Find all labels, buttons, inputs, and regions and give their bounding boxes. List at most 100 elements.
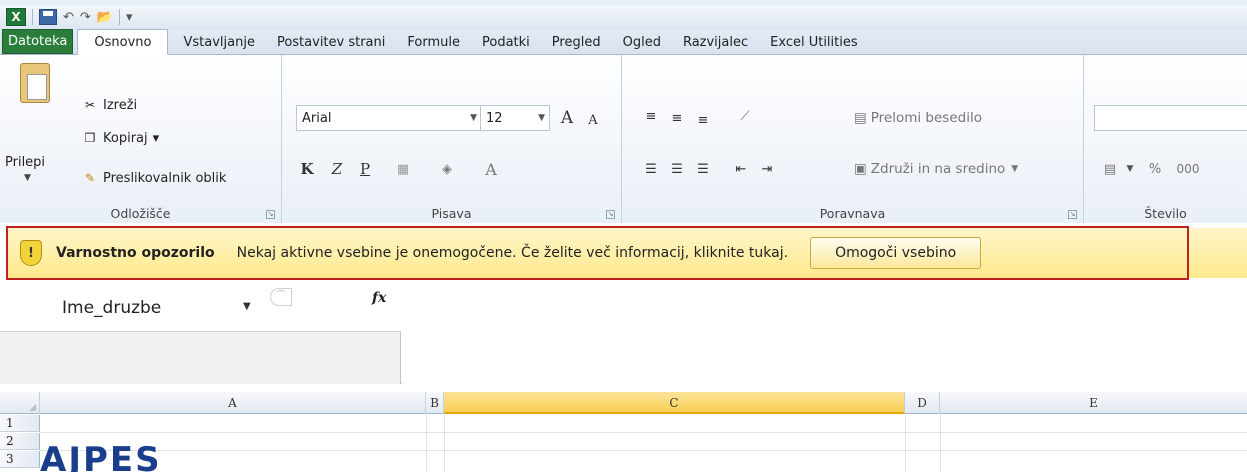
gridline bbox=[905, 415, 906, 472]
align-middle-icon[interactable]: ≡ bbox=[666, 107, 688, 129]
merge-center-icon: ▣ bbox=[854, 161, 867, 177]
wrap-text-button[interactable]: ▤ Prelomi besedilo bbox=[850, 105, 986, 131]
open-folder-icon[interactable]: 📂 bbox=[97, 8, 113, 26]
align-bottom-icon[interactable]: ≡ bbox=[692, 109, 714, 131]
tab-developer[interactable]: Razvijalec bbox=[672, 30, 759, 54]
bold-button[interactable]: K bbox=[296, 158, 318, 180]
select-all-corner[interactable] bbox=[0, 392, 40, 414]
brush-icon: ✎ bbox=[84, 171, 96, 185]
chevron-down-icon[interactable]: ▼ bbox=[1011, 164, 1018, 174]
underline-button[interactable]: P bbox=[354, 158, 376, 180]
cut-label: Izreži bbox=[103, 97, 138, 113]
clipboard-group-label: Odložišče bbox=[110, 206, 171, 221]
row-header-3[interactable]: 3 bbox=[0, 451, 40, 468]
column-headers: A B C D E bbox=[0, 392, 1247, 414]
number-format-combo[interactable] bbox=[1094, 105, 1247, 131]
borders-icon[interactable]: ▦ bbox=[388, 158, 418, 180]
copy-dropdown-icon[interactable]: ▾ bbox=[153, 131, 160, 146]
column-header-b[interactable]: B bbox=[426, 392, 444, 414]
gridline bbox=[40, 450, 1247, 451]
orientation-icon[interactable]: ⟋ bbox=[730, 105, 760, 127]
row-header-2[interactable]: 2 bbox=[0, 433, 40, 450]
tab-file[interactable]: Datoteka bbox=[2, 29, 74, 54]
security-warning-bar[interactable]: ! Varnostno opozorilo Nekaj aktivne vseb… bbox=[6, 226, 1189, 280]
name-box-splitter[interactable]: ⌒ bbox=[270, 288, 292, 306]
insert-function-icon[interactable]: fx bbox=[372, 290, 386, 306]
cut-button[interactable]: ✂ Izreži bbox=[82, 95, 137, 115]
font-name-combo[interactable]: Arial ▼ bbox=[296, 105, 482, 131]
ribbon-tabs: Datoteka Osnovno Vstavljanje Postavitev … bbox=[0, 29, 1247, 55]
name-box[interactable]: Ime_druzbe bbox=[0, 284, 270, 332]
tab-insert[interactable]: Vstavljanje bbox=[172, 30, 265, 54]
undo-icon[interactable]: ↶ bbox=[63, 8, 74, 26]
format-painter-button[interactable]: ✎ Preslikovalnik oblik bbox=[82, 168, 226, 188]
increase-indent-icon[interactable]: ⇥ bbox=[756, 158, 778, 180]
clipboard-group: Prilepi ▼ ✂ Izreži ❐ Kopiraj ▾ ✎ Preslik… bbox=[0, 55, 282, 223]
qat-separator bbox=[32, 9, 33, 25]
grow-font-icon[interactable]: A bbox=[554, 107, 580, 129]
copy-icon: ❐ bbox=[84, 131, 96, 145]
number-group-label: Število bbox=[1144, 206, 1187, 221]
formula-input[interactable] bbox=[402, 284, 1247, 384]
chevron-down-icon[interactable]: ▼ bbox=[470, 113, 477, 123]
paste-button[interactable]: Prilepi bbox=[5, 155, 45, 170]
row-header-1[interactable]: 1 bbox=[0, 415, 40, 432]
fill-color-icon[interactable]: ◈ bbox=[432, 158, 462, 180]
tab-formulas[interactable]: Formule bbox=[396, 30, 471, 54]
chevron-down-icon[interactable]: ▼ bbox=[1124, 158, 1136, 180]
number-group: ▤ ▼ % 000 Število bbox=[1084, 55, 1247, 223]
font-size-combo[interactable]: 12 ▼ bbox=[480, 105, 550, 131]
redo-icon[interactable]: ↷ bbox=[80, 8, 91, 26]
alignment-launcher-icon[interactable]: ↘ bbox=[1068, 210, 1077, 219]
chevron-down-icon[interactable]: ▼ bbox=[538, 113, 545, 123]
tab-excel-utilities[interactable]: Excel Utilities bbox=[759, 30, 869, 54]
thousands-button[interactable]: 000 bbox=[1172, 158, 1204, 180]
gridline bbox=[940, 415, 941, 472]
decrease-indent-icon[interactable]: ⇤ bbox=[730, 158, 752, 180]
tab-page-layout[interactable]: Postavitev strani bbox=[266, 30, 396, 54]
tab-review[interactable]: Pregled bbox=[541, 30, 612, 54]
wrap-text-label: Prelomi besedilo bbox=[870, 110, 982, 126]
paste-icon[interactable] bbox=[20, 63, 50, 103]
quick-access-toolbar: X ↶ ↷ 📂 ▾ bbox=[0, 5, 1247, 29]
merge-center-label: Združi in na sredino bbox=[870, 161, 1006, 177]
alert-message[interactable]: Nekaj aktivne vsebine je onemogočene. Če… bbox=[237, 245, 788, 261]
font-group: Arial ▼ 12 ▼ A A K Z P ▦ ◈ A Pisava ↘ bbox=[282, 55, 622, 223]
gridline bbox=[426, 415, 427, 472]
scissors-icon: ✂ bbox=[84, 98, 96, 112]
tab-view[interactable]: Ogled bbox=[612, 30, 672, 54]
column-header-c[interactable]: C bbox=[444, 392, 905, 414]
column-header-a[interactable]: A bbox=[40, 392, 426, 414]
align-left-icon[interactable]: ☰ bbox=[640, 158, 662, 180]
italic-button[interactable]: Z bbox=[326, 158, 348, 180]
font-launcher-icon[interactable]: ↘ bbox=[606, 210, 615, 219]
alignment-group: ≡ ≡ ≡ ⟋ ☰ ☰ ☰ ⇤ ⇥ ▤ Prelomi besedilo ▣ Z… bbox=[622, 55, 1084, 223]
currency-icon[interactable]: ▤ bbox=[1096, 158, 1124, 180]
excel-logo-icon[interactable]: X bbox=[6, 8, 26, 26]
font-color-icon[interactable]: A bbox=[476, 158, 506, 180]
chevron-down-icon[interactable]: ▼ bbox=[243, 301, 251, 312]
qat-separator bbox=[119, 9, 120, 25]
tab-home[interactable]: Osnovno bbox=[77, 29, 169, 55]
paste-dropdown-icon[interactable]: ▼ bbox=[24, 173, 31, 183]
shrink-font-icon[interactable]: A bbox=[582, 109, 604, 131]
copy-button[interactable]: ❐ Kopiraj ▾ bbox=[82, 128, 160, 148]
copy-label: Kopiraj bbox=[103, 130, 148, 146]
customize-qat-icon[interactable]: ▾ bbox=[126, 8, 133, 26]
align-right-icon[interactable]: ☰ bbox=[692, 158, 714, 180]
align-center-icon[interactable]: ☰ bbox=[666, 158, 688, 180]
column-header-e[interactable]: E bbox=[940, 392, 1247, 414]
font-name-value: Arial bbox=[302, 110, 332, 126]
alert-bar-extension bbox=[1189, 228, 1247, 278]
align-top-icon[interactable]: ≡ bbox=[640, 105, 662, 127]
clipboard-launcher-icon[interactable]: ↘ bbox=[266, 210, 275, 219]
gridline bbox=[444, 415, 445, 472]
alignment-group-label: Poravnava bbox=[819, 206, 886, 221]
merge-center-button[interactable]: ▣ Združi in na sredino ▼ bbox=[850, 156, 1022, 182]
percent-button[interactable]: % bbox=[1144, 158, 1166, 180]
enable-content-button[interactable]: Omogoči vsebino bbox=[810, 237, 982, 269]
tab-data[interactable]: Podatki bbox=[471, 30, 541, 54]
save-icon[interactable] bbox=[39, 9, 57, 25]
format-painter-label: Preslikovalnik oblik bbox=[103, 170, 227, 186]
column-header-d[interactable]: D bbox=[905, 392, 940, 414]
